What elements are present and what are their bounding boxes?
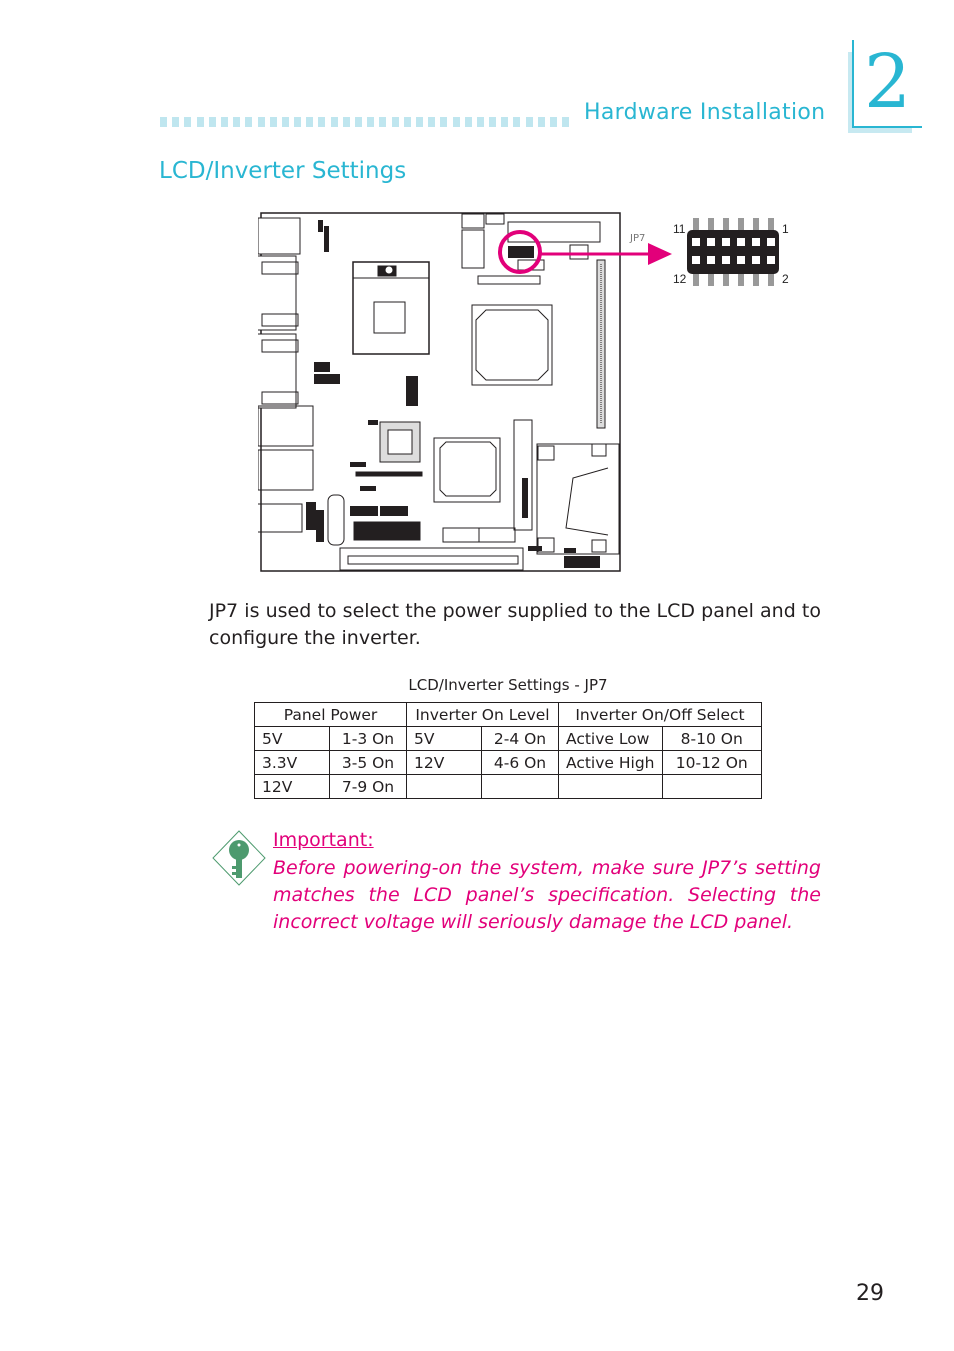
- pin-label-2: 2: [782, 272, 789, 286]
- header-inverter-on-level: Inverter On Level: [406, 702, 559, 727]
- key-icon: [212, 830, 266, 886]
- header-dotted-rule: [160, 117, 575, 127]
- jp7-settings-table: Panel Power Inverter On Level Inverter O…: [254, 702, 762, 799]
- chapter-number: 2: [864, 39, 912, 125]
- header-inverter-onoff-select: Inverter On/Off Select: [558, 702, 762, 727]
- jumper-label: JP7: [630, 233, 646, 244]
- intro-paragraph: JP7 is used to select the power supplied…: [209, 600, 821, 649]
- table-cell: 4-6 On: [481, 750, 559, 775]
- table-cell: 10-12 On: [661, 750, 762, 775]
- table-row: 5V 1-3 On 5V 2-4 On Active Low 8-10 On: [254, 726, 762, 751]
- table-cell: 2-4 On: [481, 726, 559, 751]
- header-panel-power: Panel Power: [254, 702, 407, 727]
- table-cell: [661, 774, 762, 799]
- table-cell: [406, 774, 482, 799]
- table-cell: 7-9 On: [329, 774, 407, 799]
- table-cell: 1-3 On: [329, 726, 407, 751]
- table-cell: [481, 774, 559, 799]
- table-cell: 12V: [254, 774, 330, 799]
- page-number: 29: [856, 1281, 884, 1306]
- table-cell: 3-5 On: [329, 750, 407, 775]
- table-cell: 3.3V: [254, 750, 330, 775]
- table-cell: 12V: [406, 750, 482, 775]
- pin-label-1: 1: [782, 222, 789, 236]
- page-heading: LCD/Inverter Settings: [159, 158, 407, 184]
- table-cell: 8-10 On: [661, 726, 762, 751]
- table-caption: LCD/Inverter Settings - JP7: [408, 676, 608, 694]
- section-title: Hardware Installation: [584, 100, 826, 125]
- table-row: 3.3V 3-5 On 12V 4-6 On Active High 10-12…: [254, 750, 762, 775]
- pin-label-11: 11: [673, 222, 686, 236]
- important-title: Important:: [273, 829, 374, 851]
- table-header-row: Panel Power Inverter On Level Inverter O…: [254, 702, 762, 727]
- important-text: Before powering-on the system, make sure…: [273, 857, 821, 933]
- jp7-jumper-enlarged: [687, 218, 779, 286]
- callout-arrow: [540, 243, 672, 265]
- table-row: 12V 7-9 On: [254, 774, 762, 799]
- table-cell: Active Low: [558, 726, 663, 751]
- table-cell: 5V: [254, 726, 330, 751]
- pin-label-12: 12: [673, 272, 687, 286]
- table-cell: Active High: [558, 750, 663, 775]
- table-cell: [558, 774, 663, 799]
- table-cell: 5V: [406, 726, 482, 751]
- chapter-marker: 2: [848, 39, 924, 133]
